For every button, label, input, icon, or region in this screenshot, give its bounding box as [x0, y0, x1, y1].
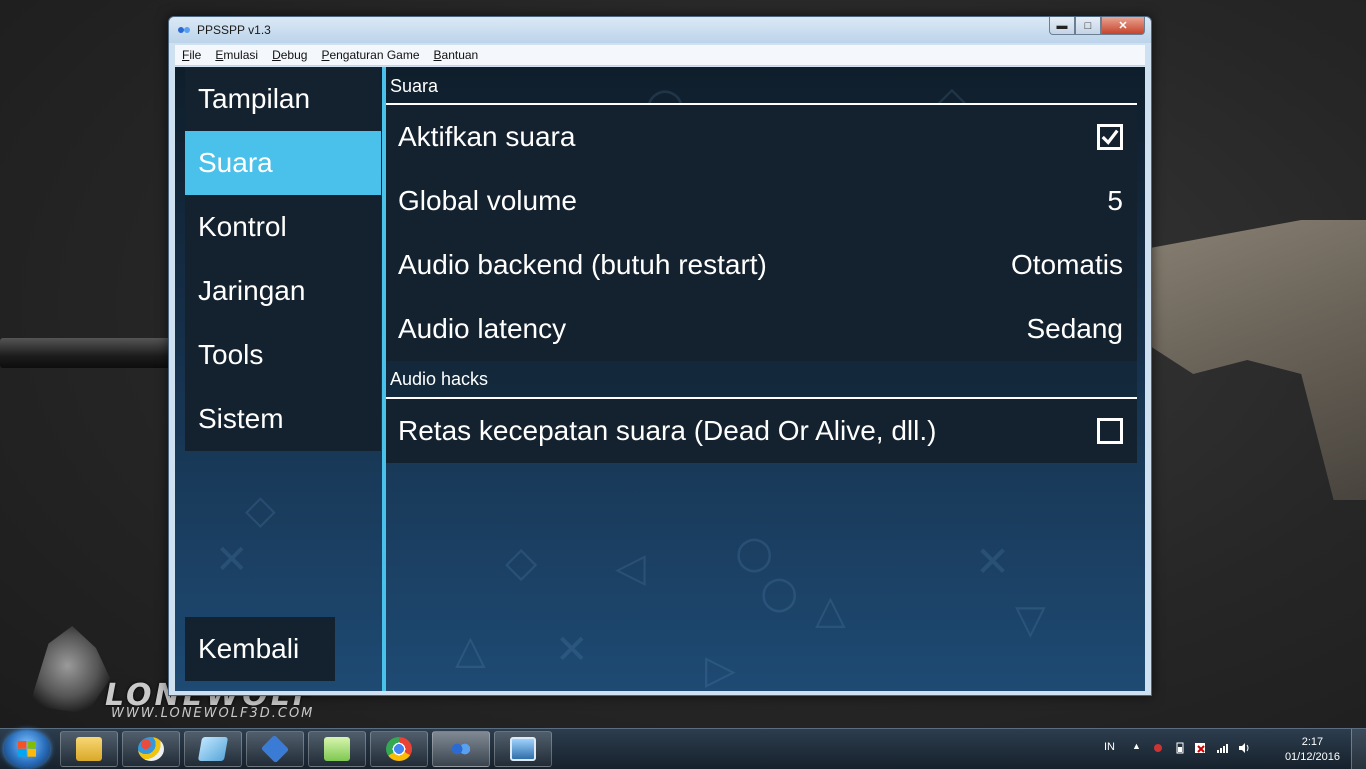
- close-button[interactable]: ✕: [1101, 17, 1145, 35]
- title-bar[interactable]: PPSSPP v1.3 ▬ □ ✕: [169, 17, 1151, 43]
- network-connection-icon[interactable]: [1152, 742, 1164, 754]
- bg-triangle-icon: ▽: [1015, 597, 1046, 643]
- bg-cross-icon: ✕: [555, 627, 589, 673]
- section-header-audio-hacks: Audio hacks: [386, 361, 1137, 399]
- audio-latency-value: Sedang: [1026, 313, 1123, 344]
- setting-row-audio-backend[interactable]: Audio backend (butuh restart) Otomatis: [386, 233, 1137, 297]
- setting-row-sound-speed-hack[interactable]: Retas kecepatan suara (Dead Or Alive, dl…: [386, 399, 1137, 463]
- setting-label: Audio latency: [398, 313, 567, 344]
- bg-triangle-icon: △: [455, 627, 486, 673]
- setting-label: Aktifkan suara: [398, 121, 576, 152]
- checkmark-icon: [1101, 129, 1119, 145]
- battery-icon[interactable]: [1174, 742, 1186, 754]
- taskbar-ppsspp[interactable]: [432, 731, 490, 767]
- global-volume-value: 5: [1107, 185, 1123, 216]
- bg-square-icon: ◇: [245, 487, 276, 533]
- bg-triangle-icon: △: [815, 587, 846, 633]
- menu-debug[interactable]: Debug: [265, 48, 314, 62]
- bg-triangle-icon: ▷: [705, 647, 736, 691]
- ppsspp-app-icon: [177, 23, 191, 37]
- bg-circle-icon: ○: [760, 567, 799, 618]
- sidebar-item-jaringan[interactable]: Jaringan: [185, 259, 381, 323]
- start-button[interactable]: [4, 730, 50, 768]
- taskbar-notepad-plus-plus[interactable]: [308, 731, 366, 767]
- action-center-icon[interactable]: [1194, 742, 1206, 754]
- menu-file[interactable]: File: [175, 48, 208, 62]
- sidebar-item-tools[interactable]: Tools: [185, 323, 381, 387]
- window-title: PPSSPP v1.3: [197, 23, 271, 37]
- setting-label: Audio backend (butuh restart): [398, 249, 767, 280]
- setting-label: Global volume: [398, 185, 577, 216]
- paint-palette-icon: [138, 737, 164, 761]
- clock-time: 2:17: [1301, 736, 1324, 748]
- wolf-logo-icon: [29, 626, 111, 714]
- maximize-button[interactable]: □: [1075, 17, 1101, 35]
- taskbar-photo-viewer[interactable]: [494, 731, 552, 767]
- sound-speed-hack-checkbox[interactable]: [1097, 418, 1123, 444]
- back-button[interactable]: Kembali: [185, 617, 335, 681]
- menu-emulasi[interactable]: Emulasi: [208, 48, 265, 62]
- notepad-icon: [197, 737, 229, 761]
- ppsspp-window: PPSSPP v1.3 ▬ □ ✕ File Emulasi Debug Pen…: [168, 16, 1152, 696]
- sidebar-item-kontrol[interactable]: Kontrol: [185, 195, 381, 259]
- bg-square-icon: ◇: [505, 537, 538, 586]
- audio-backend-value: Otomatis: [1010, 249, 1123, 280]
- bg-triangle-icon: ◁: [615, 545, 646, 591]
- clock-date: 01/12/2016: [1284, 751, 1340, 763]
- setting-label: Retas kecepatan suara (Dead Or Alive, dl…: [398, 415, 937, 446]
- system-tray: IN ▲ 2:17 01/12/2016: [1090, 729, 1366, 769]
- taskbar-paint[interactable]: [122, 731, 180, 767]
- setting-row-enable-sound[interactable]: Aktifkan suara: [386, 105, 1137, 169]
- chrome-icon: [386, 737, 412, 761]
- taskbar-notepad[interactable]: [184, 731, 242, 767]
- notepad-plus-plus-icon: [324, 737, 350, 761]
- wallpaper-rifle-barrel: [0, 338, 175, 368]
- logo-site-text: WWW.LONEWOLF3D.COM: [111, 706, 315, 721]
- show-hidden-icons-icon[interactable]: ▲: [1132, 741, 1141, 751]
- clock[interactable]: 2:17 01/12/2016: [1285, 735, 1340, 765]
- photo-viewer-icon: [510, 737, 536, 761]
- folder-icon: [76, 737, 102, 761]
- wallpaper-rifle-stock: [1150, 220, 1366, 500]
- sidebar-item-suara[interactable]: Suara: [185, 131, 381, 195]
- minimize-button[interactable]: ▬: [1049, 17, 1075, 35]
- window-controls: ▬ □ ✕: [1049, 17, 1145, 35]
- menu-pengaturan-game[interactable]: Pengaturan Game: [314, 48, 426, 62]
- bg-cross-icon: ✕: [975, 537, 1011, 586]
- taskbar-chrome[interactable]: [370, 731, 428, 767]
- taskbar-file-explorer[interactable]: [60, 731, 118, 767]
- show-desktop-button[interactable]: [1351, 729, 1366, 769]
- signal-strength-icon[interactable]: [1216, 742, 1228, 754]
- menu-bar: File Emulasi Debug Pengaturan Game Bantu…: [175, 45, 1145, 66]
- volume-icon[interactable]: [1238, 742, 1250, 754]
- bg-cross-icon: ✕: [215, 537, 249, 583]
- network-diamond-icon: [260, 734, 290, 764]
- setting-row-audio-latency[interactable]: Audio latency Sedang: [386, 297, 1137, 361]
- language-indicator[interactable]: IN: [1104, 741, 1115, 753]
- settings-panel: Suara Aktifkan suara Global volume 5 Aud…: [386, 67, 1137, 463]
- enable-sound-checkbox[interactable]: [1097, 124, 1123, 150]
- settings-screen: ○ ✕ ◇ ○ ✕ ◇ ▷ ◇ ✕ ◇ ◁ ○ ○ △ ✕ ▽ △ ✕ ▷ Ta…: [175, 67, 1145, 691]
- sidebar-item-tampilan[interactable]: Tampilan: [185, 67, 381, 131]
- sidebar-item-sistem[interactable]: Sistem: [185, 387, 381, 451]
- settings-sidebar: Tampilan Suara Kontrol Jaringan Tools Si…: [185, 67, 381, 451]
- taskbar: IN ▲ 2:17 01/12/2016: [0, 728, 1366, 769]
- setting-row-global-volume[interactable]: Global volume 5: [386, 169, 1137, 233]
- ppsspp-icon: [448, 737, 474, 761]
- menu-bantuan[interactable]: Bantuan: [427, 48, 486, 62]
- section-header-suara: Suara: [386, 67, 1137, 105]
- taskbar-network-app[interactable]: [246, 731, 304, 767]
